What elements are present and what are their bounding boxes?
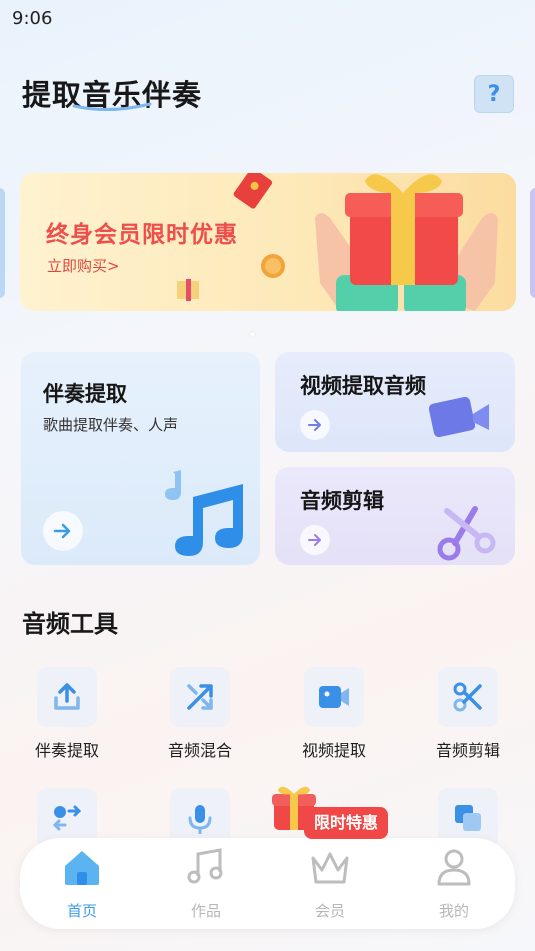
video-camera-illustration [428,396,489,438]
banner-title: 终身会员限时优惠 [46,222,238,248]
scissors-illustration [437,506,496,561]
nav-home[interactable]: 首页 [20,838,144,929]
tool-icon-bg [304,667,364,727]
arrow-right-icon [53,523,71,539]
tool-video-extract[interactable]: 视频提取 [274,667,394,761]
nav-label: 作品 [190,902,221,920]
status-time: 9:06 [12,8,53,29]
title-swoosh-decoration [72,102,152,112]
arrow-right-icon [308,534,321,546]
nav-label: 会员 [314,902,345,920]
tool-icon-bg [170,667,230,727]
nav-mine[interactable]: 我的 [392,838,516,929]
go-arrow-button[interactable] [300,410,330,440]
card-title: 视频提取音频 [300,374,426,398]
help-button[interactable]: ? [474,75,514,113]
microphone-icon [188,805,212,834]
tool-icon-bg [438,667,498,727]
buy-now-link[interactable]: 立即购买> [47,255,120,276]
music-note-illustration [165,470,243,556]
shuffle-icon [187,684,213,710]
video-extract-audio-card[interactable]: 视频提取音频 [275,352,515,452]
arrow-right-icon [308,419,321,431]
copy-icon [455,805,481,831]
tool-accompaniment-extract[interactable]: 伴奏提取 [7,667,127,761]
crown-icon [309,846,351,888]
tool-label: 音频剪辑 [435,741,500,760]
card-title: 伴奏提取 [43,382,127,406]
tool-label: 音频混合 [167,741,232,760]
nav-label: 我的 [438,902,469,920]
accompaniment-extract-card[interactable]: 伴奏提取 歌曲提取伴奏、人声 [21,352,260,565]
convert-icon [52,805,82,831]
carousel-indicator [250,332,255,337]
banner-next-peek[interactable] [530,188,535,298]
go-arrow-button[interactable] [43,511,83,551]
bottom-navigation: 首页 作品 会员 我的 [20,838,515,929]
card-subtitle: 歌曲提取伴奏、人声 [43,416,179,434]
tools-section-title: 音频工具 [22,610,118,638]
nav-label: 首页 [66,902,97,920]
video-camera-icon [319,686,349,708]
music-note-icon [185,846,227,888]
tool-icon-bg [37,667,97,727]
carousel-dot-active [250,332,255,337]
tool-label: 视频提取 [301,741,366,760]
audio-edit-card[interactable]: 音频剪辑 [275,467,515,565]
home-icon [61,846,103,888]
card-title: 音频剪辑 [300,489,384,513]
promo-banner[interactable]: 终身会员限时优惠 立即购买> [20,173,516,311]
nav-works[interactable]: 作品 [144,838,268,929]
tool-label: 伴奏提取 [34,741,99,760]
banner-prev-peek[interactable] [0,188,5,298]
tool-audio-edit[interactable]: 音频剪辑 [408,667,528,761]
tool-audio-mix[interactable]: 音频混合 [140,667,260,761]
user-icon [433,846,475,888]
upload-icon [54,683,80,710]
scissors-icon [453,682,482,712]
limited-offer-tag[interactable]: 限时特惠 [304,807,389,839]
nav-vip[interactable]: 会员 [268,838,392,929]
go-arrow-button[interactable] [300,525,330,555]
